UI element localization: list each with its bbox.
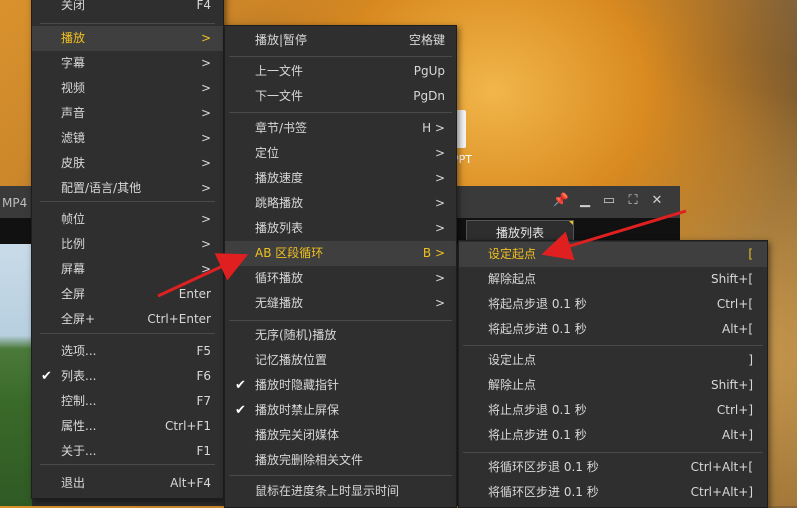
arrow-to-ab-loop [157, 253, 249, 298]
annotation-arrows [157, 209, 687, 298]
arrow-to-set-start [541, 209, 687, 261]
